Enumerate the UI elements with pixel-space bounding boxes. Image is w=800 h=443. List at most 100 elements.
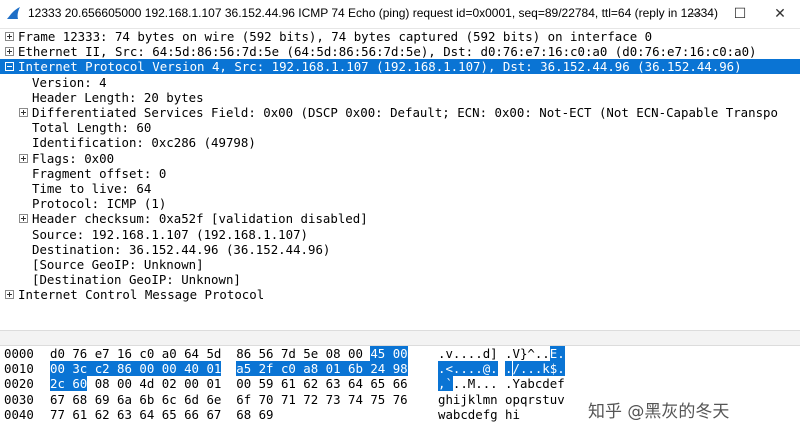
- hex-byte[interactable]: 74: [348, 392, 363, 407]
- hex-byte[interactable]: 60: [72, 376, 87, 392]
- maximize-button[interactable]: ☐: [725, 4, 755, 24]
- hex-byte[interactable]: 64: [348, 376, 363, 391]
- hex-byte[interactable]: 59: [259, 376, 274, 391]
- hex-byte[interactable]: 75: [370, 392, 385, 407]
- hex-byte[interactable]: 77: [50, 407, 65, 422]
- hex-byte[interactable]: 01: [206, 361, 221, 377]
- tree-row[interactable]: [Source GeoIP: Unknown]: [0, 257, 800, 272]
- tree-row[interactable]: Frame 12333: 74 bytes on wire (592 bits)…: [0, 29, 800, 44]
- hex-byte[interactable]: 70: [259, 392, 274, 407]
- hex-byte[interactable]: a0: [162, 346, 177, 361]
- hex-byte[interactable]: 02: [162, 376, 177, 391]
- hex-byte[interactable]: e7: [95, 346, 110, 361]
- hex-byte[interactable]: 6c: [162, 392, 177, 407]
- hex-byte[interactable]: 64: [139, 407, 154, 422]
- hex-byte[interactable]: 6f: [236, 392, 251, 407]
- tree-row[interactable]: Flags: 0x00: [0, 151, 800, 166]
- hex-byte[interactable]: 00: [392, 346, 408, 361]
- hex-byte[interactable]: 08: [326, 346, 341, 361]
- hex-byte[interactable]: 24: [370, 361, 393, 377]
- hex-byte[interactable]: 67: [206, 407, 221, 422]
- close-button[interactable]: ✕: [765, 4, 795, 24]
- hex-byte[interactable]: 6b: [139, 392, 154, 407]
- tree-row[interactable]: Internet Control Message Protocol: [0, 287, 800, 302]
- tree-row[interactable]: Fragment offset: 0: [0, 166, 800, 181]
- tree-row[interactable]: Differentiated Services Field: 0x00 (DSC…: [0, 105, 800, 120]
- expand-icon[interactable]: [5, 32, 14, 41]
- tree-row[interactable]: Version: 4: [0, 75, 800, 90]
- expand-icon[interactable]: [19, 214, 28, 224]
- hex-byte[interactable]: 6d: [184, 392, 199, 407]
- hex-byte[interactable]: 2c: [50, 376, 73, 392]
- hex-byte[interactable]: 63: [326, 376, 341, 391]
- hex-byte[interactable]: 16: [117, 346, 132, 361]
- hex-byte[interactable]: 01: [325, 361, 348, 377]
- hex-byte[interactable]: 61: [281, 376, 296, 391]
- hex-byte[interactable]: c0: [139, 346, 154, 361]
- hex-byte[interactable]: 66: [184, 407, 199, 422]
- hex-byte[interactable]: 00: [50, 361, 73, 377]
- tree-row[interactable]: Ethernet II, Src: 64:5d:86:56:7d:5e (64:…: [0, 44, 800, 59]
- tree-row[interactable]: Protocol: ICMP (1): [0, 196, 800, 211]
- tree-row[interactable]: Total Length: 60: [0, 120, 800, 135]
- tree-row[interactable]: Source: 192.168.1.107 (192.168.1.107): [0, 227, 800, 242]
- hex-byte[interactable]: 45: [370, 346, 393, 361]
- hex-byte[interactable]: 00: [161, 361, 185, 377]
- hex-byte[interactable]: 2f: [258, 361, 281, 377]
- hex-byte[interactable]: a8: [303, 361, 326, 377]
- hex-byte[interactable]: d0: [50, 346, 65, 361]
- hex-byte[interactable]: 3c: [72, 361, 95, 377]
- hex-byte[interactable]: 69: [259, 407, 274, 422]
- hex-byte[interactable]: 86: [236, 346, 251, 361]
- hex-row[interactable]: 0000 d0 76 e7 16 c0 a0 64 5d 86 56 7d 5e 08 00 45 00. v..…: [0, 346, 800, 361]
- hex-byte[interactable]: 62: [303, 376, 318, 391]
- hex-byte[interactable]: 40: [184, 361, 207, 377]
- hex-byte[interactable]: c0: [280, 361, 304, 377]
- hex-byte[interactable]: 00: [139, 361, 162, 377]
- tree-row[interactable]: Header Length: 20 bytes: [0, 90, 800, 105]
- hex-byte[interactable]: 68: [236, 407, 251, 422]
- hex-byte[interactable]: 65: [162, 407, 177, 422]
- hex-byte[interactable]: 62: [95, 407, 110, 422]
- hex-byte[interactable]: 5e: [303, 346, 318, 361]
- hex-byte[interactable]: 67: [50, 392, 65, 407]
- hex-byte[interactable]: 71: [281, 392, 296, 407]
- hex-byte[interactable]: 63: [117, 407, 132, 422]
- hex-byte[interactable]: 00: [117, 376, 132, 391]
- tree-row[interactable]: Internet Protocol Version 4, Src: 192.16…: [0, 59, 800, 75]
- hex-byte[interactable]: a5: [236, 361, 259, 377]
- hex-row[interactable]: 0020 2c 60 08 00 4d 02 00 01 00 59 61 62 63 64 65 66, `..…: [0, 376, 800, 392]
- hex-byte[interactable]: 76: [72, 346, 87, 361]
- hex-byte[interactable]: 6a: [117, 392, 132, 407]
- hex-byte[interactable]: 00: [348, 346, 363, 361]
- hex-byte[interactable]: 56: [259, 346, 274, 361]
- tree-row[interactable]: [Destination GeoIP: Unknown]: [0, 272, 800, 287]
- hex-byte[interactable]: 68: [72, 392, 87, 407]
- hex-row[interactable]: 0010 00 3c c2 86 00 00 40 01 a5 2f c0 a8 01 6b 24 98. <..…: [0, 361, 800, 377]
- hex-byte[interactable]: 72: [303, 392, 318, 407]
- expand-icon[interactable]: [5, 290, 14, 300]
- expand-icon[interactable]: [5, 47, 14, 57]
- hex-byte[interactable]: c2: [94, 361, 118, 377]
- tree-row[interactable]: Header checksum: 0xa52f [validation disa…: [0, 211, 800, 226]
- hex-byte[interactable]: 6e: [206, 392, 221, 407]
- hex-byte[interactable]: 66: [393, 376, 408, 391]
- hex-byte[interactable]: 86: [117, 361, 140, 377]
- hex-byte[interactable]: 00: [184, 376, 199, 391]
- hex-byte[interactable]: 69: [95, 392, 110, 407]
- hex-byte[interactable]: 7d: [281, 346, 296, 361]
- pane-splitter[interactable]: [0, 330, 800, 346]
- collapse-icon[interactable]: [5, 62, 14, 72]
- hex-byte[interactable]: 00: [236, 376, 251, 391]
- hex-byte[interactable]: 98: [392, 361, 408, 377]
- tree-row[interactable]: Destination: 36.152.44.96 (36.152.44.96): [0, 242, 800, 257]
- hex-byte[interactable]: 6b: [348, 361, 371, 377]
- hex-byte[interactable]: 64: [184, 346, 199, 361]
- tree-row[interactable]: Identification: 0xc286 (49798): [0, 135, 800, 150]
- expand-icon[interactable]: [19, 153, 28, 163]
- hex-byte[interactable]: 08: [95, 376, 110, 391]
- minimize-button[interactable]: —: [680, 4, 710, 24]
- hex-byte[interactable]: 65: [370, 376, 385, 391]
- hex-byte[interactable]: 73: [326, 392, 341, 407]
- hex-byte[interactable]: 5d: [206, 346, 221, 361]
